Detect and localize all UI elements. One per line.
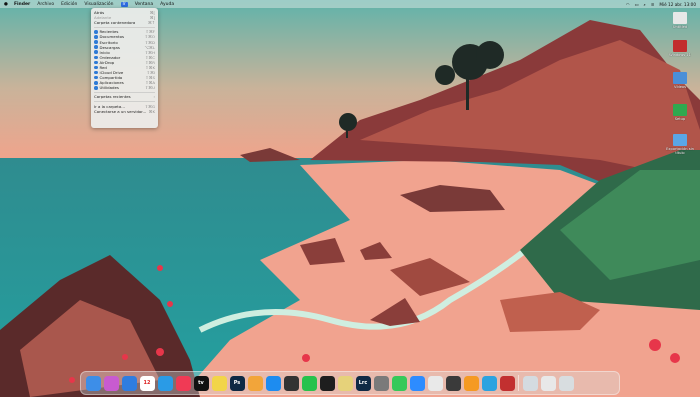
- lightroom-icon[interactable]: Lrc: [355, 375, 371, 391]
- desktop-icon[interactable]: Exportación sin título: [666, 134, 694, 155]
- menu-separator: [94, 101, 155, 102]
- finalcut-icon[interactable]: [283, 375, 299, 391]
- calendar-icon[interactable]: 12: [139, 375, 155, 391]
- folder-icon: [94, 86, 98, 90]
- go-menu-item[interactable]: Utilidades ⇧⌘U: [91, 85, 158, 90]
- go-menu-item-shortcut: ›: [153, 94, 155, 100]
- folder-icon: [94, 70, 98, 75]
- launchpad-icon[interactable]: [103, 375, 119, 391]
- zoom-icon[interactable]: [409, 375, 425, 391]
- desktop-icon-label: Windows 11: [669, 53, 691, 57]
- photos-icon[interactable]: [247, 375, 263, 391]
- pages-icon[interactable]: [463, 375, 479, 391]
- finder-icon[interactable]: [85, 375, 101, 391]
- status-area: ◠ ▭ ⌕ ≡ Mié 12 abr. 13:00: [621, 0, 696, 8]
- apple-menu-icon[interactable]: ●: [4, 2, 8, 7]
- menu-edicion[interactable]: Edición: [61, 2, 77, 7]
- dock: 12 tv Ps Lrc: [80, 371, 620, 395]
- go-menu-item[interactable]: Conectarse a un servidor... ⌘K: [91, 109, 158, 114]
- menu-finder[interactable]: Finder: [14, 2, 30, 7]
- photoshop-icon[interactable]: Ps: [229, 375, 245, 391]
- safari-icon[interactable]: [157, 375, 173, 391]
- finder-folder-icon[interactable]: [337, 375, 353, 391]
- menu-separator: [94, 91, 155, 93]
- go-menu-dropdown: Atrás ⌘[Adelante ⌘] Carpeta contenedora ⌘↑ Re…: [91, 8, 158, 128]
- facetime-icon[interactable]: [301, 375, 317, 391]
- chrome-icon[interactable]: [427, 375, 443, 391]
- folder-icon: [94, 45, 98, 49]
- menu-visualizacion[interactable]: Visualización: [84, 2, 113, 7]
- appstore-icon[interactable]: [265, 375, 281, 391]
- folder-icon: [94, 30, 98, 34]
- menu-separator: [94, 26, 155, 28]
- search-icon[interactable]: ⌕: [643, 2, 645, 7]
- folder-icon: [94, 40, 98, 44]
- file-icon: [673, 134, 687, 146]
- dock-divider: [518, 375, 519, 391]
- downloads-icon[interactable]: [522, 375, 538, 391]
- parallels-icon[interactable]: [499, 375, 515, 391]
- desktop-icon[interactable]: Vídeos: [666, 72, 694, 89]
- go-menu-item-shortcut: ⌘↑: [147, 20, 155, 26]
- desktop-icon[interactable]: Untitled: [666, 12, 694, 29]
- file-icon: [673, 72, 687, 84]
- folder-icon: [94, 81, 98, 85]
- desktop-icon[interactable]: Setup: [666, 104, 694, 121]
- folder-icon: [94, 50, 98, 54]
- battery-icon[interactable]: ▭: [635, 2, 639, 7]
- wifi-icon[interactable]: ◠: [626, 2, 630, 7]
- menu-ir[interactable]: Ir: [120, 1, 128, 7]
- go-menu-item-shortcut: ⌘K: [148, 108, 155, 114]
- desktop-icon-label: Vídeos: [673, 85, 687, 89]
- menu-archivo[interactable]: Archivo: [37, 2, 54, 7]
- chatgpt-icon[interactable]: [319, 375, 335, 391]
- folder-icon: [94, 55, 98, 60]
- go-menu-item-label: Conectarse a un servidor...: [94, 108, 147, 114]
- notes-icon[interactable]: [211, 375, 227, 391]
- settings-icon[interactable]: [373, 375, 389, 391]
- go-menu-item[interactable]: Carpetas recientes ›: [91, 94, 158, 99]
- messages-icon[interactable]: [391, 375, 407, 391]
- clock[interactable]: Mié 12 abr. 13:00: [659, 2, 696, 7]
- trash-icon[interactable]: [558, 375, 574, 391]
- go-menu-item-shortcut: ⇧⌘U: [145, 85, 155, 91]
- telegram-icon[interactable]: [481, 375, 497, 391]
- folder-icon: [94, 65, 98, 70]
- folder-icon: [94, 75, 98, 80]
- file-icon: [673, 12, 687, 24]
- mail-icon[interactable]: [121, 375, 137, 391]
- menu-ventana[interactable]: Ventana: [135, 2, 153, 7]
- file-icon: [673, 40, 687, 52]
- quicktime-icon[interactable]: [445, 375, 461, 391]
- file-icon: [673, 104, 687, 116]
- go-menu-item-label: Utilidades: [99, 85, 119, 91]
- tv-icon[interactable]: tv: [193, 375, 209, 391]
- menu-bar: ● Finder Archivo Edición Visualización I…: [0, 0, 700, 8]
- desktop-icon[interactable]: Windows 11: [666, 40, 694, 57]
- desktop-icon-label: Untitled: [672, 25, 688, 29]
- go-menu-item[interactable]: Carpeta contenedora ⌘↑: [91, 20, 158, 25]
- desktop-icon-label: Exportación sin título: [666, 147, 694, 155]
- control-center-icon[interactable]: ≡: [651, 2, 655, 7]
- folder-icon: [94, 35, 98, 39]
- folder-icon: [94, 60, 98, 65]
- music-icon[interactable]: [175, 375, 191, 391]
- go-menu-item-label: Carpetas recientes: [94, 94, 131, 100]
- desktop-icon-label: Setup: [674, 117, 686, 121]
- go-menu-item-label: Carpeta contenedora: [94, 20, 136, 26]
- menu-ayuda[interactable]: Ayuda: [160, 2, 174, 7]
- screenshot-icon[interactable]: [540, 375, 556, 391]
